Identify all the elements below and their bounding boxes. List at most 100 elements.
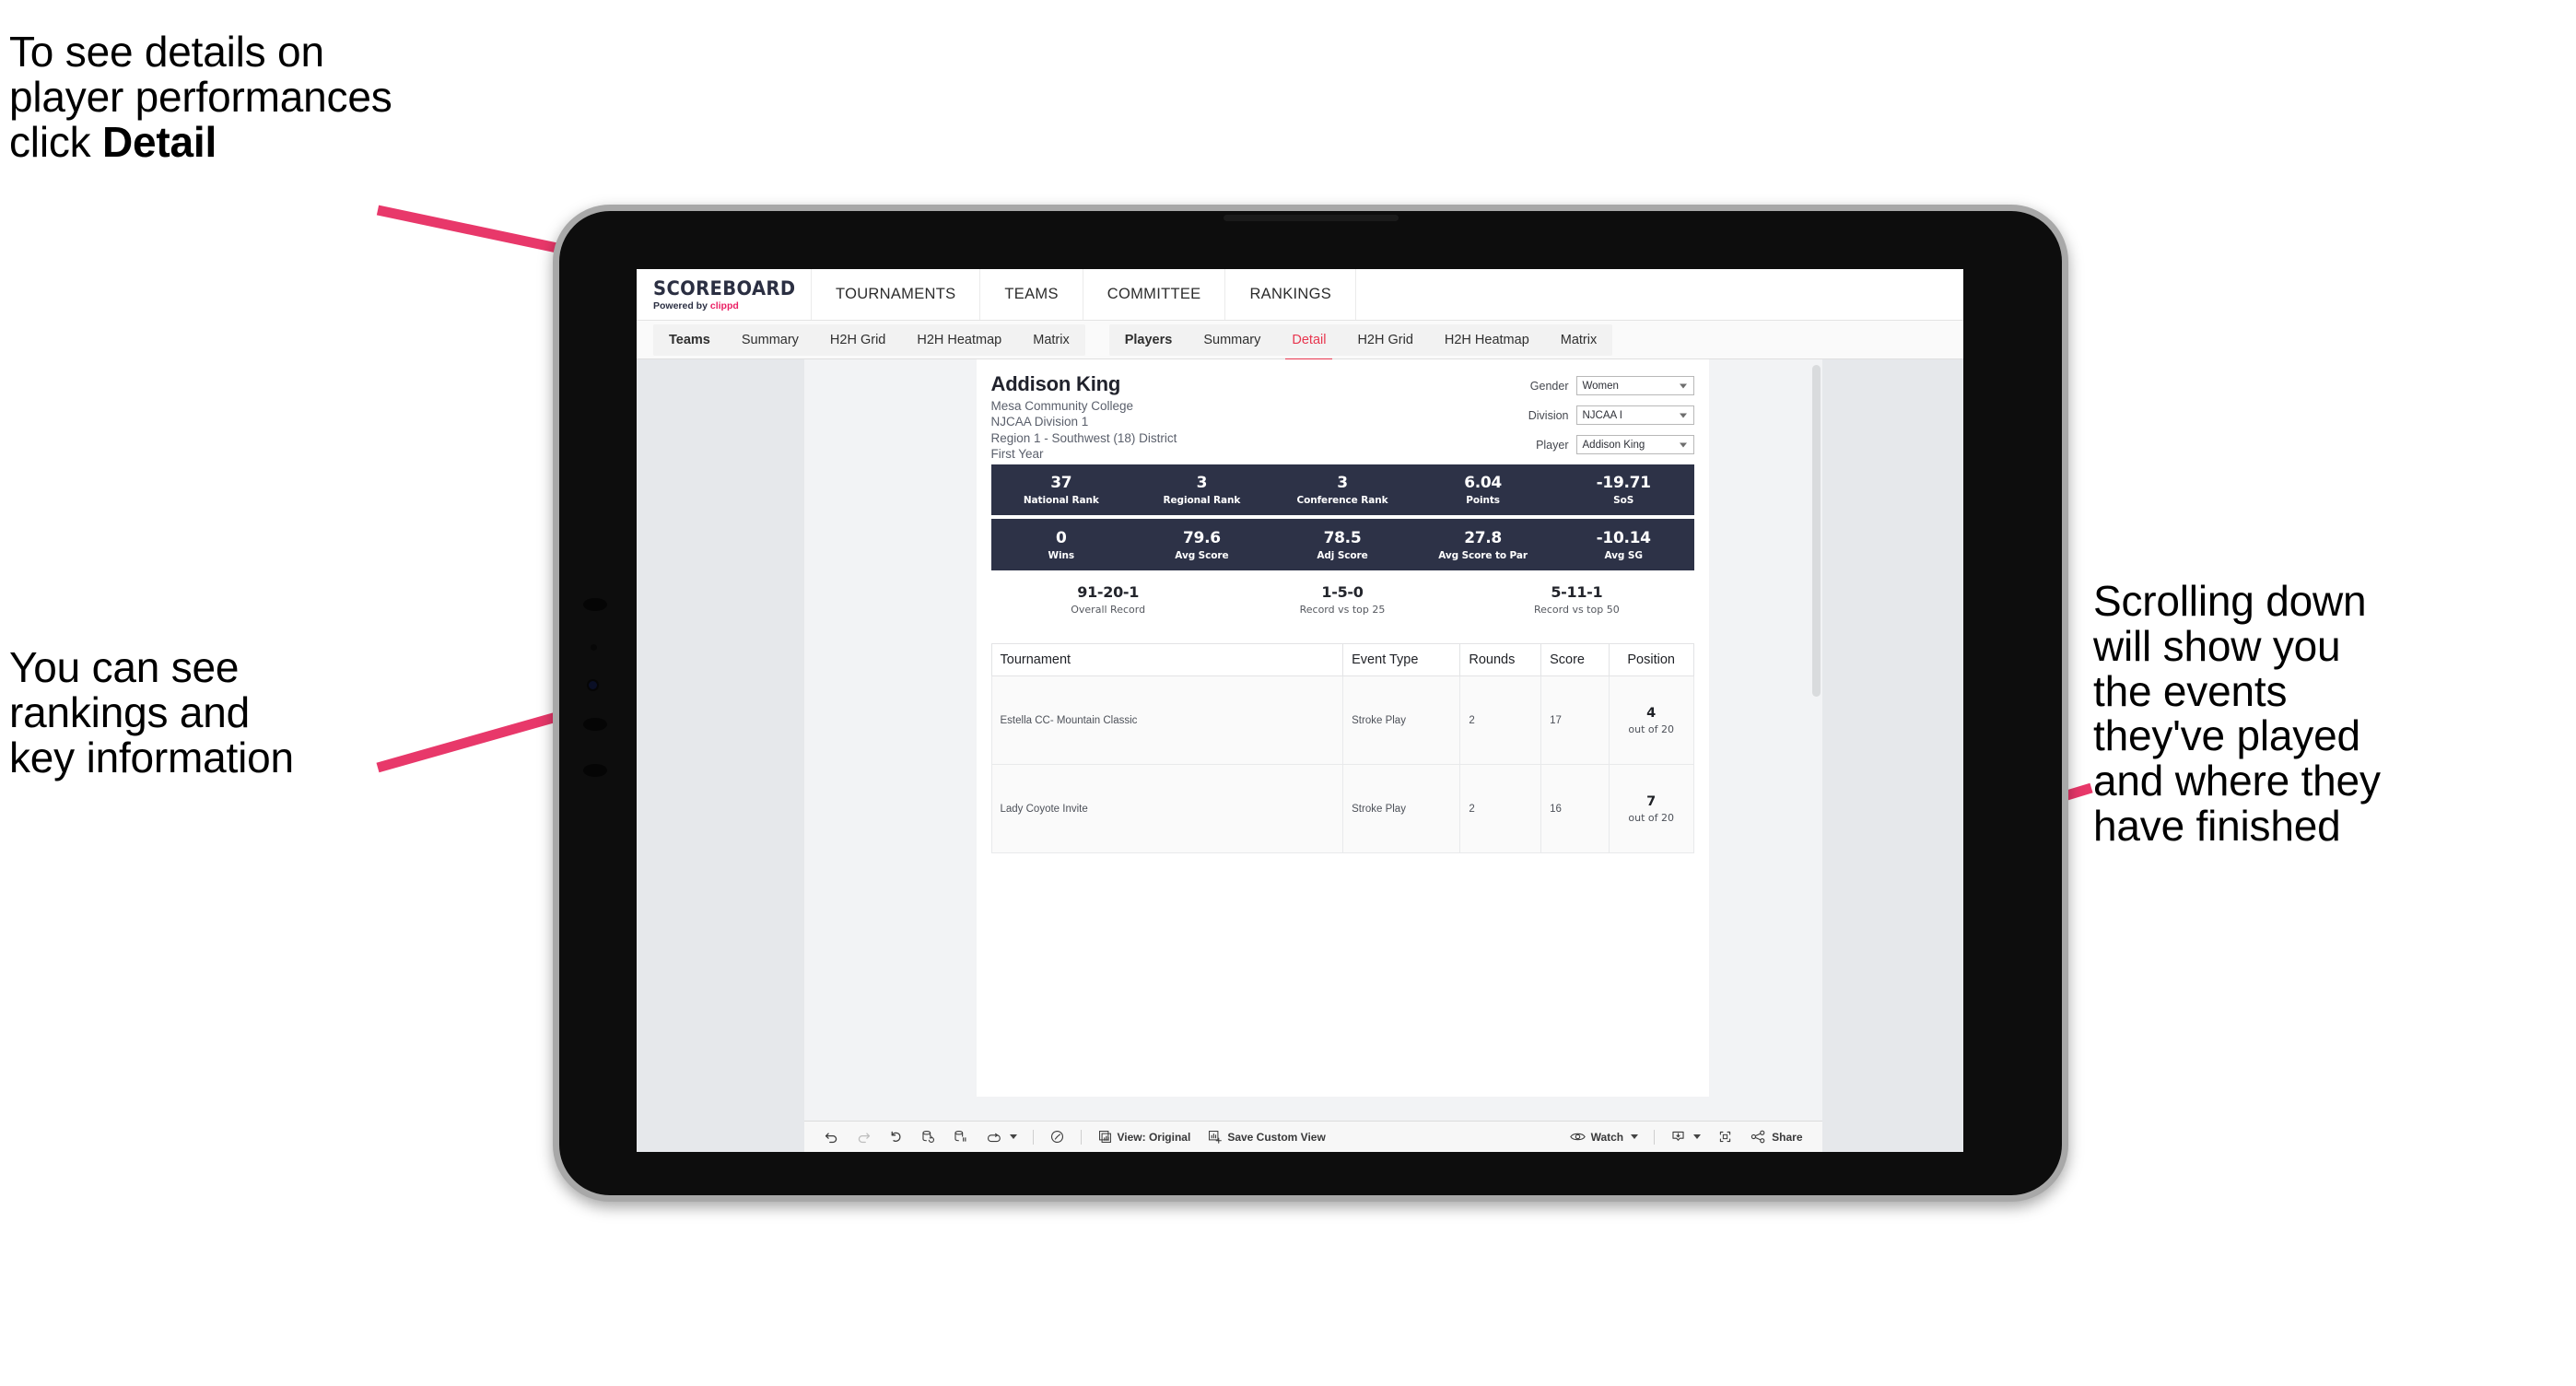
nav-rankings[interactable]: RANKINGS (1225, 269, 1357, 320)
table-row[interactable]: Estella CC- Mountain Classic Stroke Play… (990, 675, 1694, 765)
filter-gender-select[interactable]: Women (1575, 376, 1694, 395)
column-header-rounds[interactable]: Rounds (1459, 643, 1542, 676)
record-value: 5-11-1 (1551, 583, 1603, 601)
stat-national-rank: 37 National Rank (991, 474, 1132, 506)
column-header-score[interactable]: Score (1540, 643, 1610, 676)
chevron-down-icon (1009, 1134, 1017, 1139)
subnav-teams-matrix[interactable]: Matrix (1017, 324, 1084, 356)
toolbar-divider (1654, 1129, 1656, 1145)
watch-label: Watch (1590, 1130, 1624, 1144)
filter-division-select[interactable]: NJCAA I (1575, 405, 1694, 425)
stat-value: 27.8 (1464, 528, 1502, 547)
subnav-players-h2h-grid[interactable]: H2H Grid (1341, 324, 1428, 356)
stat-value: 79.6 (1183, 528, 1221, 547)
cell-tournament: Estella CC- Mountain Classic (990, 675, 1344, 765)
subnav-teams-h2h-heatmap[interactable]: H2H Heatmap (901, 324, 1017, 356)
column-header-tournament[interactable]: Tournament (990, 643, 1344, 676)
annotation-rankings-info: You can see rankings and key information (9, 643, 294, 781)
filter-division-value: NJCAA I (1582, 409, 1622, 421)
secondary-navigation: Teams Summary H2H Grid H2H Heatmap Matri… (637, 321, 1963, 361)
pause-auto-update-button[interactable] (977, 1122, 1025, 1152)
filter-gender-value: Women (1582, 380, 1619, 392)
logo-subtitle: Powered by clippd (653, 300, 811, 311)
logo-title: SCOREBOARD (653, 277, 796, 300)
vertical-scrollbar[interactable] (1811, 365, 1821, 1115)
fullscreen-button[interactable] (1709, 1122, 1741, 1152)
performance-button[interactable] (1041, 1122, 1073, 1152)
stat-regional-rank: 3 Regional Rank (1131, 474, 1272, 506)
pause-data-button[interactable] (944, 1122, 977, 1152)
cell-position: 4 out of 20 (1608, 675, 1694, 765)
cell-event-type: Stroke Play (1342, 675, 1461, 765)
tablet-sensor-dot-4 (583, 764, 607, 777)
events-table: Tournament Event Type Rounds Score Posit… (990, 643, 1694, 853)
stat-label: Wins (1048, 549, 1075, 561)
record-label: Record vs top 50 (1533, 604, 1620, 616)
refresh-data-button[interactable] (912, 1122, 944, 1152)
events-table-body: Estella CC- Mountain Classic Stroke Play… (990, 675, 1694, 853)
filter-player-value: Addison King (1582, 439, 1645, 451)
stat-points: 6.04 Points (1412, 474, 1553, 506)
column-header-event-type[interactable]: Event Type (1342, 643, 1461, 676)
subnav-players-detail[interactable]: Detail (1276, 324, 1341, 361)
table-row[interactable]: Lady Coyote Invite Stroke Play 2 16 7 ou… (990, 764, 1694, 853)
stats-bar-scoring: 0 Wins 79.6 Avg Score 78.5 Adj Score 27.… (990, 519, 1694, 570)
redo-button[interactable] (848, 1122, 880, 1152)
tablet-sensor-dot-3 (583, 718, 607, 731)
page-root: To see details on player performances cl… (0, 0, 2576, 1386)
download-button[interactable] (1662, 1122, 1709, 1152)
position-out-of: out of 20 (1628, 811, 1674, 824)
undo-button[interactable] (815, 1122, 848, 1152)
tablet-speaker (1223, 215, 1399, 221)
primary-navigation: TOURNAMENTS TEAMS COMMITTEE RANKINGS (812, 269, 1357, 320)
chevron-down-icon (1693, 1134, 1702, 1139)
share-button[interactable]: Share (1741, 1122, 1810, 1152)
cell-score: 17 (1540, 675, 1610, 765)
stat-sos: -19.71 SoS (1553, 474, 1694, 506)
stat-label: Avg Score (1175, 549, 1229, 561)
stat-avg-score-to-par: 27.8 Avg Score to Par (1412, 529, 1553, 561)
save-custom-view-button[interactable]: Save Custom View (1199, 1122, 1334, 1152)
scrollbar-thumb[interactable] (1811, 365, 1821, 697)
watch-button[interactable]: Watch (1561, 1122, 1647, 1152)
subnav-group-teams: Teams Summary H2H Grid H2H Heatmap Matri… (653, 323, 1085, 356)
cell-tournament: Lady Coyote Invite (990, 764, 1344, 853)
cell-event-type: Stroke Play (1342, 764, 1461, 853)
record-vs-top-50: 5-11-1 Record vs top 50 (1459, 583, 1693, 616)
subnav-teams-summary[interactable]: Summary (726, 324, 814, 356)
subnav-players-summary[interactable]: Summary (1188, 324, 1276, 356)
record-label: Record vs top 25 (1299, 604, 1386, 616)
subnav-group-players: Players Summary Detail H2H Grid H2H Heat… (1108, 323, 1613, 361)
filter-division-row: Division NJCAA I (1528, 405, 1694, 425)
view-original-label: View: Original (1117, 1130, 1191, 1144)
revert-button[interactable] (880, 1122, 912, 1152)
subnav-teams-h2h-grid[interactable]: H2H Grid (814, 324, 901, 356)
record-value: 91-20-1 (1077, 583, 1140, 601)
nav-teams[interactable]: TEAMS (980, 269, 1083, 320)
save-custom-view-label: Save Custom View (1227, 1130, 1326, 1144)
app-logo[interactable]: SCOREBOARD Powered by clippd (637, 269, 812, 320)
chevron-down-icon (1679, 442, 1687, 447)
stat-value: 37 (1050, 474, 1072, 492)
stat-avg-score: 79.6 Avg Score (1131, 529, 1272, 561)
record-overall: 91-20-1 Overall Record (991, 583, 1225, 616)
subnav-players-h2h-heatmap[interactable]: H2H Heatmap (1429, 324, 1545, 356)
record-value: 1-5-0 (1321, 583, 1364, 601)
view-original-button[interactable]: View: Original (1089, 1122, 1200, 1152)
subnav-teams[interactable]: Teams (653, 324, 726, 356)
tablet-device-frame: SCOREBOARD Powered by clippd TOURNAMENTS… (553, 205, 2068, 1202)
subnav-players-matrix[interactable]: Matrix (1545, 324, 1612, 356)
filter-player-label: Player (1536, 438, 1569, 452)
nav-tournaments[interactable]: TOURNAMENTS (812, 269, 981, 320)
stat-label: National Rank (1023, 495, 1099, 506)
bottom-toolbar: View: Original Save Custom View Watch Sh… (803, 1121, 1822, 1152)
share-label: Share (1772, 1130, 1803, 1144)
dashboard-content: Addison King Mesa Community College NJCA… (803, 359, 1822, 1121)
stat-value: 3 (1196, 474, 1208, 492)
subnav-players[interactable]: Players (1109, 324, 1188, 356)
record-label: Overall Record (1071, 604, 1146, 616)
nav-committee[interactable]: COMMITTEE (1083, 269, 1226, 320)
filter-player-select[interactable]: Addison King (1575, 435, 1694, 454)
stat-value: 3 (1337, 474, 1348, 492)
column-header-position[interactable]: Position (1608, 643, 1694, 676)
